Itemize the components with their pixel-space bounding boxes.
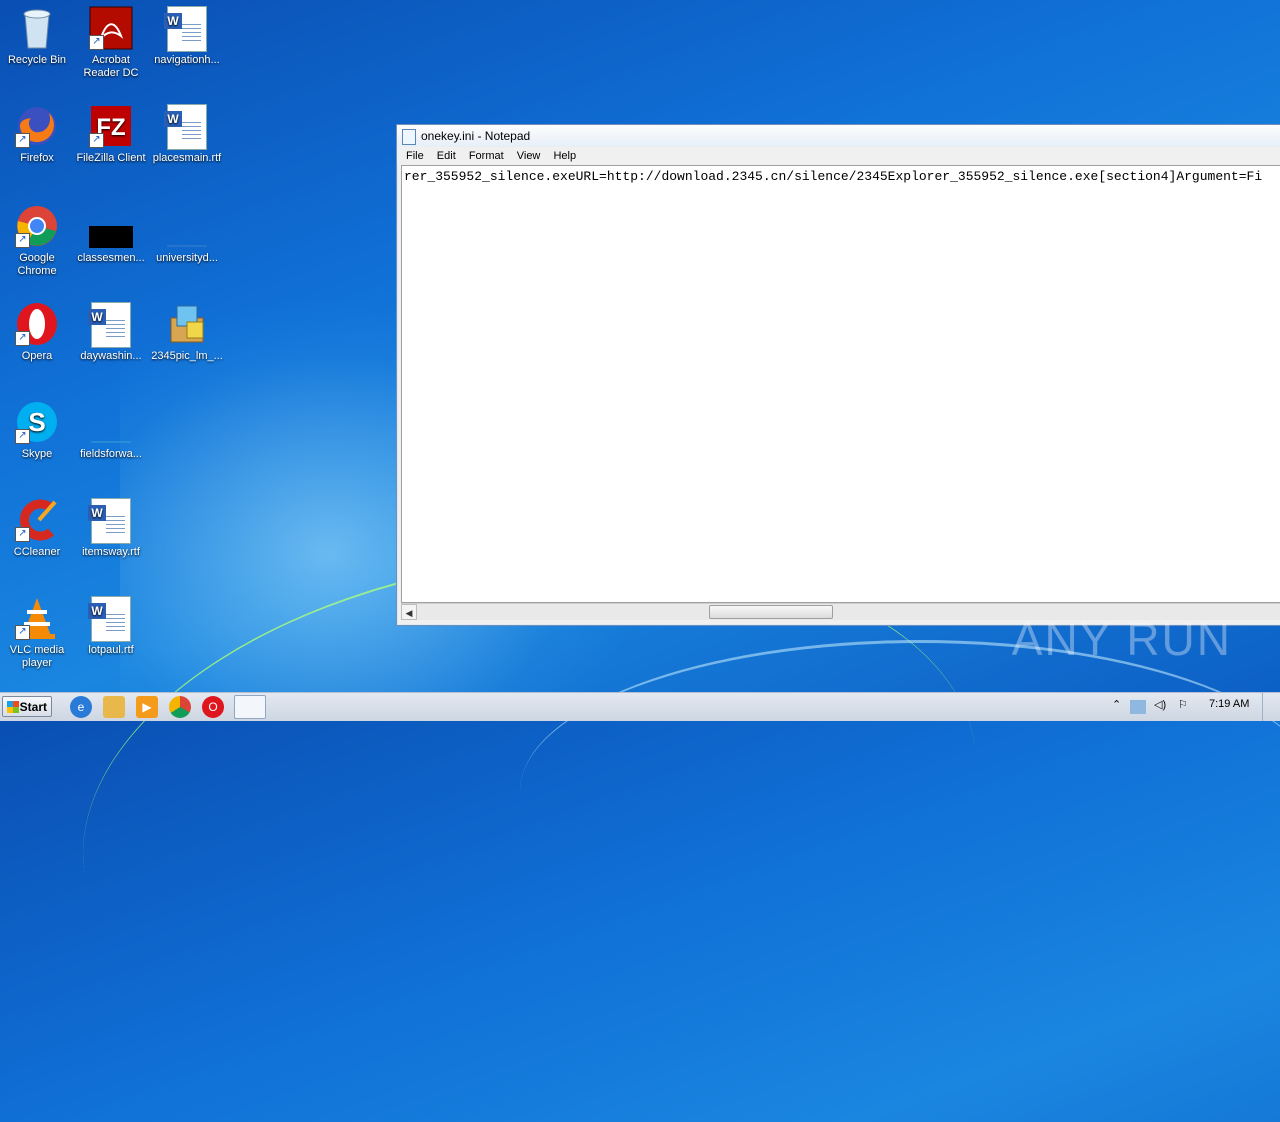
desktop-icon-skype[interactable]: S ↗ Skype [0, 400, 74, 461]
word-doc-icon: W [164, 104, 209, 150]
network-icon[interactable] [1130, 700, 1146, 714]
menu-view[interactable]: View [512, 150, 546, 162]
desktop-icon-chrome[interactable]: ↗ Google Chrome [0, 204, 74, 278]
vlc-icon: ↗ [15, 596, 59, 640]
blank-file-icon [165, 204, 209, 248]
desktop-icon-label: Recycle Bin [7, 54, 67, 66]
desktop-icon-itemsway[interactable]: W itemsway.rtf [74, 498, 148, 559]
taskbar: Start e ▶ O ⌃ ◁) ⚐ 7:19 AM [0, 692, 1280, 721]
desktop-icon-fieldsforwa[interactable]: fieldsforwa... [74, 400, 148, 461]
desktop-icon-label: VLC media player [9, 644, 65, 669]
wallpaper-arc [520, 640, 1280, 943]
file-explorer-icon[interactable] [103, 696, 125, 718]
desktop-icon-label: fieldsforwa... [80, 448, 142, 460]
shortcut-arrow-icon: ↗ [15, 133, 30, 148]
filezilla-icon: FZ ↗ [89, 104, 133, 148]
black-file-icon [89, 204, 133, 248]
desktop-icon-ccleaner[interactable]: ↗ CCleaner [0, 498, 74, 559]
blank-file-icon [89, 400, 133, 444]
tray-overflow-icon[interactable]: ⌃ [1112, 698, 1121, 711]
desktop-icon-firefox[interactable]: ↗ Firefox [0, 104, 74, 165]
desktop-icon-placesmain[interactable]: W placesmain.rtf [150, 104, 224, 165]
recycle-bin-icon [15, 6, 59, 50]
desktop-icon-navigationh[interactable]: W navigationh... [150, 6, 224, 67]
desktop-icon-label: Google Chrome [17, 252, 57, 277]
shortcut-arrow-icon: ↗ [89, 35, 104, 50]
anyrun-watermark: ANY RUN [1011, 613, 1232, 665]
acrobat-icon: ↗ [89, 6, 133, 50]
notepad-text-area[interactable]: rer_355952_silence.exeURL=http://downloa… [401, 165, 1280, 603]
shortcut-arrow-icon: ↗ [15, 429, 30, 444]
desktop-icon-label: lotpaul.rtf [88, 644, 134, 656]
desktop-icon-label: itemsway.rtf [82, 546, 140, 558]
desktop-icon-label: universityd... [156, 252, 218, 264]
chrome-icon: ↗ [15, 204, 59, 248]
word-doc-icon: W [88, 498, 133, 544]
notepad-icon [402, 129, 416, 145]
firefox-icon: ↗ [15, 104, 59, 148]
desktop-icon-acrobat[interactable]: ↗ Acrobat Reader DC [74, 6, 148, 80]
shortcut-arrow-icon: ↗ [15, 233, 30, 248]
opera-icon: ↗ [15, 302, 59, 346]
scrollbar-thumb[interactable] [709, 605, 833, 619]
desktop-icon-classesmen[interactable]: classesmen... [74, 204, 148, 265]
menu-format[interactable]: Format [464, 150, 509, 162]
desktop-icon-opera[interactable]: ↗ Opera [0, 302, 74, 363]
desktop-icon-label: classesmen... [77, 252, 145, 264]
desktop-icon-daywashin[interactable]: W daywashin... [74, 302, 148, 363]
notepad-taskbar-button[interactable] [234, 695, 266, 719]
shortcut-arrow-icon: ↗ [15, 331, 30, 346]
show-desktop-button[interactable] [1262, 693, 1280, 721]
desktop-icon-label: Skype [21, 448, 53, 460]
menu-file[interactable]: File [401, 150, 429, 162]
menu-edit[interactable]: Edit [432, 150, 461, 162]
chrome-taskbar-icon[interactable] [169, 696, 191, 718]
notepad-title: onekey.ini - Notepad [421, 129, 531, 143]
svg-text:S: S [28, 407, 45, 437]
desktop-icon-label: placesmain.rtf [152, 152, 222, 164]
desktop-icon-vlc[interactable]: ↗ VLC media player [0, 596, 74, 670]
shortcut-arrow-icon: ↗ [15, 527, 30, 542]
start-label: Start [19, 700, 47, 714]
word-doc-icon: W [88, 596, 133, 642]
installer-icon [165, 302, 209, 346]
desktop-icon-label: FileZilla Client [76, 152, 146, 164]
desktop-icon-recycle-bin[interactable]: Recycle Bin [0, 6, 74, 67]
clock[interactable]: 7:19 AM [1209, 698, 1249, 710]
desktop-icon-label: 2345pic_lm_... [151, 350, 223, 362]
shortcut-arrow-icon: ↗ [15, 625, 30, 640]
media-player-icon[interactable]: ▶ [136, 696, 158, 718]
windows-logo-icon [7, 701, 19, 713]
volume-icon[interactable]: ◁) [1154, 698, 1166, 711]
menu-help[interactable]: Help [548, 150, 581, 162]
desktop-icon-label: CCleaner [13, 546, 61, 558]
notepad-window[interactable]: onekey.ini - Notepad File Edit Format Vi… [396, 124, 1280, 626]
desktop-icon-universityd[interactable]: universityd... [150, 204, 224, 265]
notepad-content[interactable]: rer_355952_silence.exeURL=http://downloa… [402, 166, 1280, 187]
desktop-icon-label: daywashin... [80, 350, 142, 362]
word-doc-icon: W [88, 302, 133, 348]
desktop-icon-2345pic[interactable]: 2345pic_lm_... [150, 302, 224, 363]
start-button[interactable]: Start [2, 696, 52, 717]
ccleaner-icon: ↗ [15, 498, 59, 542]
scroll-left-icon[interactable]: ◀ [401, 604, 417, 620]
desktop-icon-label: navigationh... [154, 54, 220, 66]
word-doc-icon: W [164, 6, 209, 52]
desktop-icon-filezilla[interactable]: FZ ↗ FileZilla Client [74, 104, 148, 165]
action-center-flag-icon[interactable]: ⚐ [1178, 698, 1188, 711]
notepad-title-bar[interactable]: onekey.ini - Notepad [397, 125, 1280, 147]
skype-icon: S ↗ [15, 400, 59, 444]
desktop-icon-lotpaul[interactable]: W lotpaul.rtf [74, 596, 148, 657]
opera-taskbar-icon[interactable]: O [202, 696, 224, 718]
desktop-icon-label: Firefox [20, 152, 54, 164]
shortcut-arrow-icon: ↗ [89, 133, 104, 148]
desktop-icon-label: Acrobat Reader DC [83, 54, 139, 79]
desktop-icon-label: Opera [21, 350, 53, 362]
internet-explorer-icon[interactable]: e [70, 696, 92, 718]
notepad-menubar: File Edit Format View Help [397, 147, 1280, 165]
